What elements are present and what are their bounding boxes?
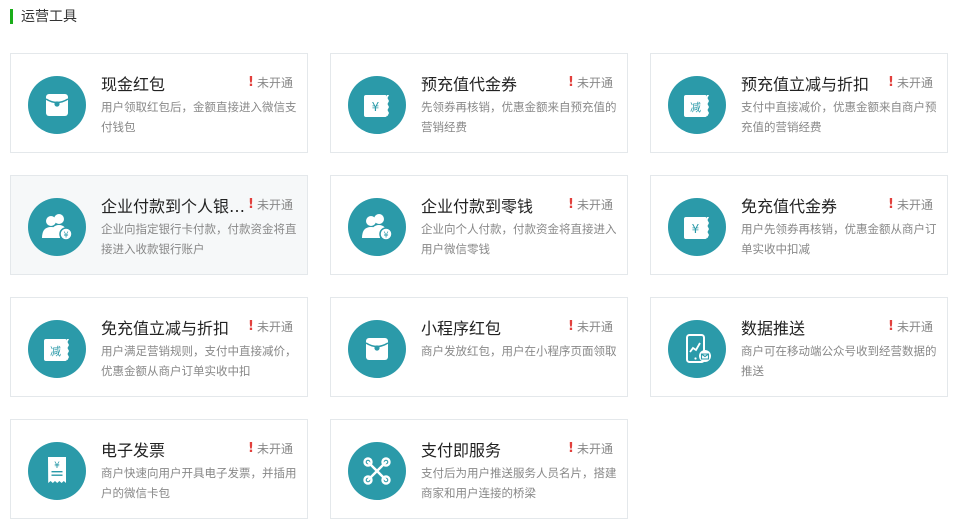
service-link-icon [348, 442, 406, 500]
card-title: 企业付款到零钱 [421, 197, 534, 216]
tool-card-prepaid-discount[interactable]: 减 预充值立减与折扣 ! 未开通 支付中直接减价，优惠金额来自商户预充值的营销经… [650, 53, 948, 153]
alert-icon: ! [568, 197, 574, 212]
svg-text:¥: ¥ [692, 222, 700, 236]
status-badge: ! 未开通 [568, 440, 613, 457]
tool-card-data-push[interactable]: 数据推送 ! 未开通 商户可在移动端公众号收到经营数据的推送 [650, 297, 948, 397]
tool-card-prepaid-voucher[interactable]: ¥ 预充值代金券 ! 未开通 先领券再核销，优惠金额来自预充值的营销经费 [330, 53, 628, 153]
alert-icon: ! [888, 75, 894, 90]
red-packet-icon [28, 76, 86, 134]
tool-card-free-voucher[interactable]: ¥ 免充值代金券 ! 未开通 用户先领券再核销，优惠金额从商户订单实收中扣减 [650, 175, 948, 275]
card-description: 企业向个人付款，付款资金将直接进入用户微信零钱 [421, 222, 617, 256]
section-header: 运营工具 [10, 6, 77, 26]
svg-text:¥: ¥ [383, 231, 388, 240]
svg-text:¥: ¥ [372, 100, 380, 114]
alert-icon: ! [568, 441, 574, 456]
alert-icon: ! [568, 75, 574, 90]
status-badge: ! 未开通 [248, 318, 293, 335]
card-description: 用户领取红包后，金额直接进入微信支付钱包 [101, 100, 297, 134]
alert-icon: ! [248, 441, 254, 456]
alert-icon: ! [568, 319, 574, 334]
users-pay-icon: ¥ [28, 198, 86, 256]
alert-icon: ! [248, 75, 254, 90]
status-text: 未开通 [576, 76, 613, 90]
status-badge: ! 未开通 [248, 74, 293, 91]
status-badge: ! 未开通 [888, 196, 933, 213]
status-text: 未开通 [896, 320, 933, 334]
section-title: 运营工具 [21, 9, 77, 25]
card-description: 企业向指定银行卡付款，付款资金将直接进入收款银行账户 [101, 222, 297, 256]
status-text: 未开通 [256, 76, 293, 90]
status-badge: ! 未开通 [568, 74, 613, 91]
status-badge: ! 未开通 [248, 196, 293, 213]
status-badge: ! 未开通 [568, 318, 613, 335]
section-accent-bar [10, 8, 13, 24]
card-title: 电子发票 [101, 441, 166, 460]
alert-icon: ! [888, 319, 894, 334]
alert-icon: ! [888, 197, 894, 212]
invoice-icon: ¥ [28, 442, 86, 500]
status-text: 未开通 [576, 198, 613, 212]
card-title: 免充值代金券 [741, 197, 838, 216]
card-title: 数据推送 [741, 319, 806, 338]
status-text: 未开通 [576, 442, 613, 456]
card-description: 用户满足营销规则，支付中直接减价，优惠金额从商户订单实收中扣 [101, 344, 297, 378]
card-title: 预充值代金券 [421, 75, 518, 94]
card-title: 小程序红包 [421, 319, 502, 338]
users-pay-icon: ¥ [348, 198, 406, 256]
discount-icon: 减 [28, 320, 86, 378]
alert-icon: ! [248, 197, 254, 212]
tool-card-cash-red-packet[interactable]: 现金红包 ! 未开通 用户领取红包后，金额直接进入微信支付钱包 [10, 53, 308, 153]
tool-card-pay-as-service[interactable]: 支付即服务 ! 未开通 支付后为用户推送服务人员名片，搭建商家和用户连接的桥梁 [330, 419, 628, 519]
data-push-icon [668, 320, 726, 378]
status-text: 未开通 [256, 320, 293, 334]
tool-card-pay-to-bank[interactable]: ¥ 企业付款到个人银行卡 ! 未开通 企业向指定银行卡付款，付款资金将直接进入收… [10, 175, 308, 275]
status-badge: ! 未开通 [568, 196, 613, 213]
status-badge: ! 未开通 [888, 74, 933, 91]
card-title: 现金红包 [101, 75, 166, 94]
card-description: 支付后为用户推送服务人员名片，搭建商家和用户连接的桥梁 [421, 466, 617, 500]
svg-text:减: 减 [690, 101, 701, 114]
discount-icon: 减 [668, 76, 726, 134]
status-text: 未开通 [896, 198, 933, 212]
card-description: 商户发放红包，用户在小程序页面领取 [421, 344, 617, 358]
red-packet-icon [348, 320, 406, 378]
svg-text:减: 减 [50, 345, 61, 358]
tool-card-free-discount[interactable]: 减 免充值立减与折扣 ! 未开通 用户满足营销规则，支付中直接减价，优惠金额从商… [10, 297, 308, 397]
card-description: 支付中直接减价，优惠金额来自商户预充值的营销经费 [741, 100, 937, 134]
svg-text:¥: ¥ [54, 461, 60, 471]
card-title: 支付即服务 [421, 441, 502, 460]
card-description: 用户先领券再核销，优惠金额从商户订单实收中扣减 [741, 222, 937, 256]
card-description: 商户快速向用户开具电子发票，并插用户的微信卡包 [101, 466, 297, 500]
voucher-icon: ¥ [348, 76, 406, 134]
card-description: 商户可在移动端公众号收到经营数据的推送 [741, 344, 937, 378]
tool-card-mini-program-red-packet[interactable]: 小程序红包 ! 未开通 商户发放红包，用户在小程序页面领取 [330, 297, 628, 397]
svg-text:¥: ¥ [63, 231, 68, 240]
tool-card-e-invoice[interactable]: ¥ 电子发票 ! 未开通 商户快速向用户开具电子发票，并插用户的微信卡包 [10, 419, 308, 519]
card-title: 预充值立减与折扣 [741, 75, 870, 94]
status-text: 未开通 [896, 76, 933, 90]
card-title: 免充值立减与折扣 [101, 319, 230, 338]
status-text: 未开通 [256, 198, 293, 212]
status-badge: ! 未开通 [248, 440, 293, 457]
status-text: 未开通 [576, 320, 613, 334]
status-badge: ! 未开通 [888, 318, 933, 335]
status-text: 未开通 [256, 442, 293, 456]
card-title: 企业付款到个人银行卡 [101, 197, 246, 216]
voucher-icon: ¥ [668, 198, 726, 256]
tool-card-pay-to-change[interactable]: ¥ 企业付款到零钱 ! 未开通 企业向个人付款，付款资金将直接进入用户微信零钱 [330, 175, 628, 275]
card-description: 先领券再核销，优惠金额来自预充值的营销经费 [421, 100, 617, 134]
alert-icon: ! [248, 319, 254, 334]
